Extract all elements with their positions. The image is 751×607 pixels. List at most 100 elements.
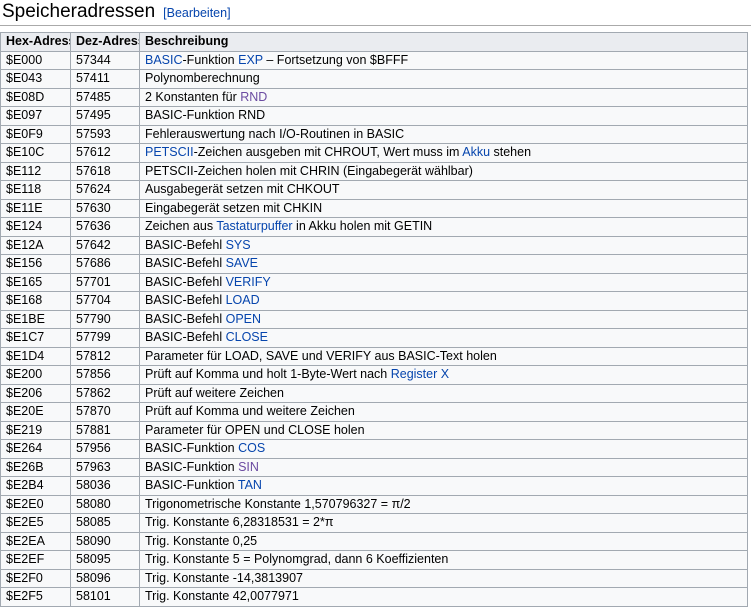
table-body: $E00057344BASIC-Funktion EXP – Fortsetzu… — [1, 51, 748, 606]
dec-address-cell: 57630 — [71, 199, 140, 218]
table-row: $E26B57963BASIC-Funktion SIN — [1, 458, 748, 477]
table-row: $E2E058080 Trigonometrische Konstante 1,5… — [1, 495, 748, 514]
wiki-link[interactable]: CLOSE — [226, 330, 268, 344]
table-row: $E2F058096Trig. Konstante -14,3813907 — [1, 569, 748, 588]
memory-address-table: Hex-Adresse Dez-Adresse Beschreibung $E0… — [0, 32, 748, 607]
header-dec-address: Dez-Adresse — [71, 33, 140, 52]
description-cell: Trig. Konstante 6,28318531 = 2*π — [140, 514, 748, 533]
table-row: $E12457636Zeichen aus Tastaturpuffer in … — [1, 218, 748, 237]
dec-address-cell: 57862 — [71, 384, 140, 403]
wiki-link[interactable]: RND — [240, 90, 267, 104]
description-cell: PETSCII-Zeichen ausgeben mit CHROUT, Wer… — [140, 144, 748, 163]
description-text: BASIC-Funktion RND — [145, 108, 265, 122]
description-text: Eingabegerät setzen mit CHKIN — [145, 201, 322, 215]
wiki-link[interactable]: COS — [238, 441, 265, 455]
dec-address-cell: 58080 — [71, 495, 140, 514]
edit-link[interactable]: [Bearbeiten] — [163, 6, 230, 20]
hex-address-cell: $E206 — [1, 384, 71, 403]
description-text: – Fortsetzung von $BFFF — [263, 53, 408, 67]
dec-address-cell: 57411 — [71, 70, 140, 89]
wiki-link[interactable]: PETSCII — [145, 145, 194, 159]
description-text: BASIC-Funktion — [145, 478, 238, 492]
description-cell: BASIC-Befehl VERIFY — [140, 273, 748, 292]
description-cell: Parameter für OPEN und CLOSE holen — [140, 421, 748, 440]
edit-section: [Bearbeiten] — [163, 6, 230, 20]
hex-address-cell: $E2F0 — [1, 569, 71, 588]
dec-address-cell: 57642 — [71, 236, 140, 255]
description-cell: BASIC-Befehl OPEN — [140, 310, 748, 329]
dec-address-cell: 57790 — [71, 310, 140, 329]
table-row: $E09757495BASIC-Funktion RND — [1, 107, 748, 126]
hex-address-cell: $E2E5 — [1, 514, 71, 533]
description-cell: BASIC-Befehl SAVE — [140, 255, 748, 274]
hex-address-cell: $E2EF — [1, 551, 71, 570]
description-cell: Parameter für LOAD, SAVE und VERIFY aus … — [140, 347, 748, 366]
description-text: Trig. Konstante 0,25 — [145, 534, 257, 548]
description-text: Trig. Konstante 5 = Polynomgrad, dann 6 … — [145, 552, 448, 566]
table-row: $E16857704 BASIC-Befehl LOAD — [1, 292, 748, 311]
wiki-link[interactable]: SAVE — [226, 256, 258, 270]
description-text: in Akku holen mit GETIN — [293, 219, 433, 233]
table-row: $E0F957593Fehlerauswertung nach I/O-Rout… — [1, 125, 748, 144]
table-row: $E2E558085Trig. Konstante 6,28318531 = 2… — [1, 514, 748, 533]
dec-address-cell: 57956 — [71, 440, 140, 459]
dec-address-cell: 58096 — [71, 569, 140, 588]
wiki-link[interactable]: EXP — [238, 53, 263, 67]
hex-address-cell: $E112 — [1, 162, 71, 181]
dec-address-cell: 57485 — [71, 88, 140, 107]
hex-address-cell: $E264 — [1, 440, 71, 459]
table-row: $E11857624Ausgabegerät setzen mit CHKOUT — [1, 181, 748, 200]
wiki-link[interactable]: TAN — [238, 478, 262, 492]
description-text: BASIC-Funktion — [145, 441, 238, 455]
hex-address-cell: $E0F9 — [1, 125, 71, 144]
table-row: $E2B458036BASIC-Funktion TAN — [1, 477, 748, 496]
wiki-link[interactable]: LOAD — [226, 293, 260, 307]
description-cell: PETSCII-Zeichen holen mit CHRIN (Eingabe… — [140, 162, 748, 181]
description-cell: Prüft auf Komma und weitere Zeichen — [140, 403, 748, 422]
hex-address-cell: $E168 — [1, 292, 71, 311]
description-text: Trigonometrische Konstante 1,570796327 =… — [145, 497, 411, 511]
description-text: BASIC-Befehl — [145, 275, 226, 289]
dec-address-cell: 57704 — [71, 292, 140, 311]
wiki-link[interactable]: BASIC — [145, 53, 183, 67]
table-row: $E20E57870Prüft auf Komma und weitere Ze… — [1, 403, 748, 422]
wiki-link[interactable]: SYS — [226, 238, 251, 252]
table-row: $E20657862Prüft auf weitere Zeichen — [1, 384, 748, 403]
hex-address-cell: $E26B — [1, 458, 71, 477]
table-row: $E11257618PETSCII-Zeichen holen mit CHRI… — [1, 162, 748, 181]
table-header-row: Hex-Adresse Dez-Adresse Beschreibung — [1, 33, 748, 52]
description-cell: Trig. Konstante 0,25 — [140, 532, 748, 551]
dec-address-cell: 57636 — [71, 218, 140, 237]
dec-address-cell: 57686 — [71, 255, 140, 274]
dec-address-cell: 58085 — [71, 514, 140, 533]
table-row: $E15657686BASIC-Befehl SAVE — [1, 255, 748, 274]
table-row: $E2F558101Trig. Konstante 42,0077971 — [1, 588, 748, 607]
description-text: Prüft auf Komma und weitere Zeichen — [145, 404, 355, 418]
hex-address-cell: $E2E0 — [1, 495, 71, 514]
hex-address-cell: $E156 — [1, 255, 71, 274]
table-row: $E04357411Polynomberechnung — [1, 70, 748, 89]
description-text: Ausgabegerät setzen mit CHKOUT — [145, 182, 340, 196]
description-cell: BASIC-Funktion RND — [140, 107, 748, 126]
description-text: BASIC-Befehl — [145, 256, 226, 270]
description-cell: BASIC-Befehl SYS — [140, 236, 748, 255]
hex-address-cell: $E219 — [1, 421, 71, 440]
wiki-link[interactable]: SIN — [238, 460, 259, 474]
table-row: $E08D574852 Konstanten für RND — [1, 88, 748, 107]
wiki-link[interactable]: Tastaturpuffer — [216, 219, 292, 233]
description-cell: Trig. Konstante 5 = Polynomgrad, dann 6 … — [140, 551, 748, 570]
header-hex-address: Hex-Adresse — [1, 33, 71, 52]
dec-address-cell: 57593 — [71, 125, 140, 144]
dec-address-cell: 57870 — [71, 403, 140, 422]
wiki-link[interactable]: Akku — [462, 145, 490, 159]
wiki-link[interactable]: OPEN — [226, 312, 261, 326]
hex-address-cell: $E165 — [1, 273, 71, 292]
description-text: BASIC-Befehl — [145, 238, 226, 252]
description-text: Zeichen aus — [145, 219, 216, 233]
description-cell: Prüft auf weitere Zeichen — [140, 384, 748, 403]
wiki-link[interactable]: Register X — [391, 367, 449, 381]
description-text: BASIC-Befehl — [145, 293, 226, 307]
table-row: $E2EA58090Trig. Konstante 0,25 — [1, 532, 748, 551]
wiki-link[interactable]: VERIFY — [226, 275, 271, 289]
dec-address-cell: 57624 — [71, 181, 140, 200]
